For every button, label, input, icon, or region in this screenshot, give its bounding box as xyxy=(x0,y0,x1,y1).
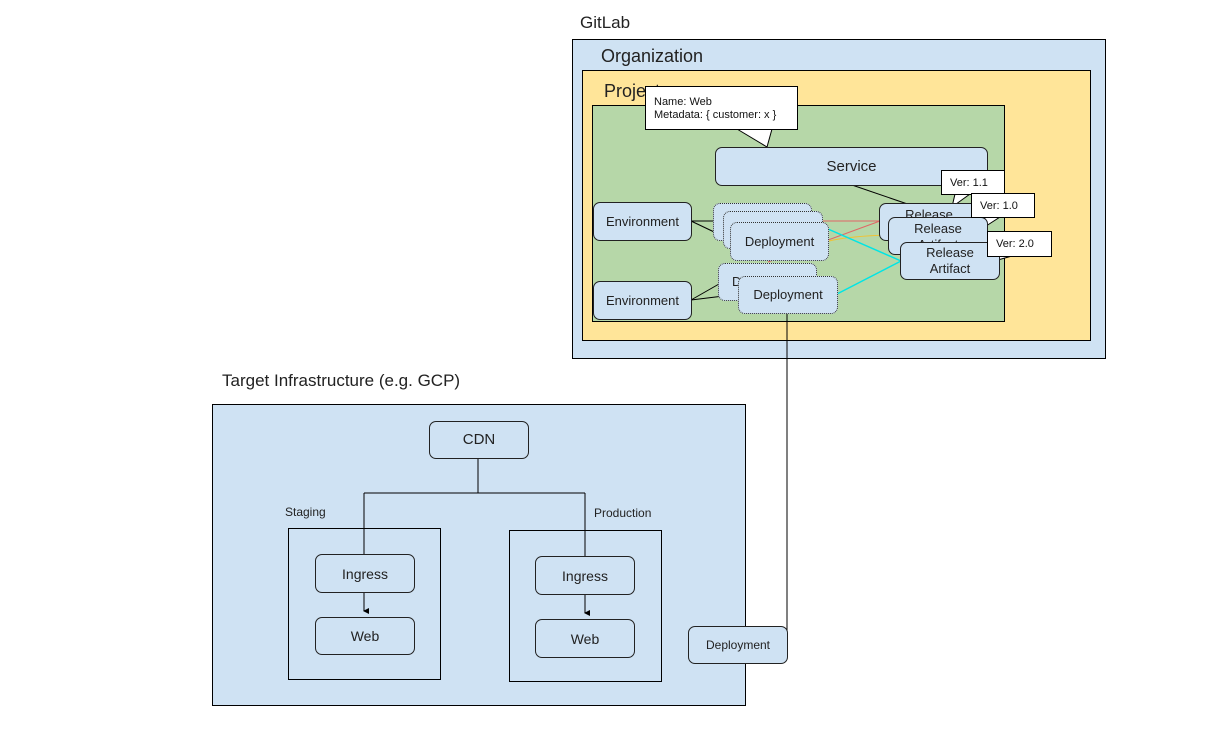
web-label: Web xyxy=(350,628,380,644)
service-callout-name: Name: Web xyxy=(654,96,712,108)
production-label: Production xyxy=(594,506,652,520)
ingress-label: Ingress xyxy=(562,567,608,584)
environment-label: Environment xyxy=(606,213,679,229)
environment-label: Environment xyxy=(606,292,679,308)
deployment-node-stack1-front[interactable]: Deployment xyxy=(730,222,829,261)
organization-label: Organization xyxy=(601,46,704,66)
gitlab-title: GitLab xyxy=(580,13,631,32)
release-artifact-node-3[interactable]: Release Artifact xyxy=(900,242,1000,280)
version-callout-3: Ver: 2.0 xyxy=(987,231,1052,257)
environment-node-1[interactable]: Environment xyxy=(593,202,692,241)
production-ingress-node[interactable]: Ingress xyxy=(535,556,635,595)
deployment-label: Deployment xyxy=(705,638,771,652)
cdn-label: CDN xyxy=(462,431,496,448)
staging-container xyxy=(288,528,441,680)
version-callout-2: Ver: 1.0 xyxy=(971,193,1035,218)
deployment-node-stack2-front[interactable]: Deployment xyxy=(738,276,838,314)
deployment-label: Deployment xyxy=(744,233,815,249)
staging-label: Staging xyxy=(285,505,326,519)
staging-web-node[interactable]: Web xyxy=(315,617,415,655)
cdn-node[interactable]: CDN xyxy=(429,421,529,459)
staging-ingress-node[interactable]: Ingress xyxy=(315,554,415,593)
environment-node-2[interactable]: Environment xyxy=(593,281,692,320)
version-callout-text: Ver: 1.0 xyxy=(980,200,1018,212)
version-callout-text: Ver: 1.1 xyxy=(950,177,988,189)
version-callout-text: Ver: 2.0 xyxy=(996,238,1034,250)
service-label: Service xyxy=(826,157,877,175)
infrastructure-title: Target Infrastructure (e.g. GCP) xyxy=(222,371,461,390)
web-label: Web xyxy=(570,630,600,647)
version-callout-1: Ver: 1.1 xyxy=(941,170,1005,195)
infrastructure-deployment-node[interactable]: Deployment xyxy=(688,626,788,664)
service-callout-metadata: Metadata: { customer: x } xyxy=(654,109,777,121)
service-metadata-callout: Name: Web Metadata: { customer: x } xyxy=(645,86,798,130)
release-artifact-label: Release Artifact xyxy=(926,245,974,276)
deployment-label: Deployment xyxy=(753,287,823,302)
ingress-label: Ingress xyxy=(342,565,388,582)
production-web-node[interactable]: Web xyxy=(535,619,635,658)
production-container xyxy=(509,530,662,682)
